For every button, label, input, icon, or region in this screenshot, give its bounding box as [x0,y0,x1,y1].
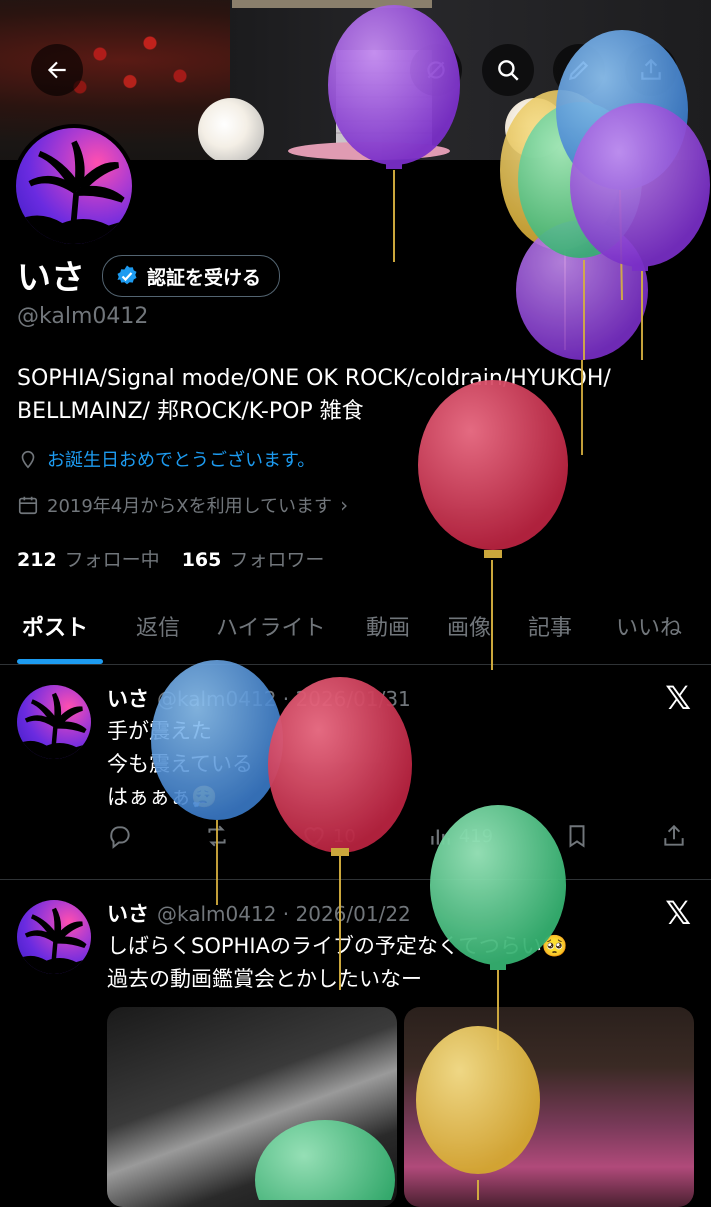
balloon [418,380,568,670]
balloon-overlay [151,5,710,1200]
balloon [255,1120,395,1200]
balloon [328,5,460,262]
balloon [268,677,412,990]
balloon [151,660,283,905]
balloon [416,1026,540,1200]
balloon [430,805,566,1050]
